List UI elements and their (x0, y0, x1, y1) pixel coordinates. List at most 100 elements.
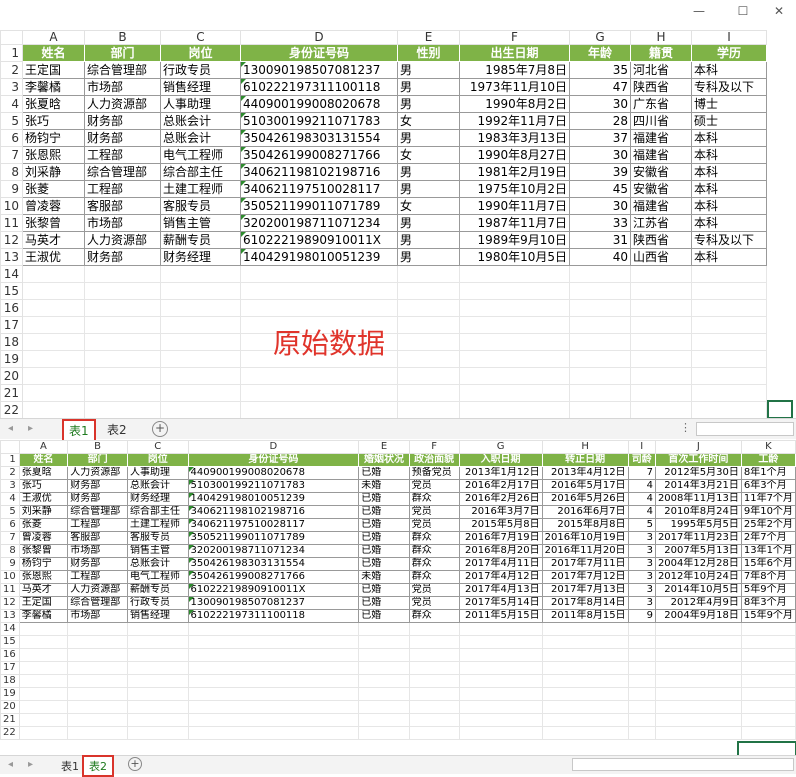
empty-cell[interactable] (569, 401, 631, 419)
cell[interactable]: 客服专员 (160, 197, 241, 215)
column-header[interactable]: H (541, 440, 629, 454)
cell[interactable]: 本科 (691, 197, 767, 215)
empty-cell[interactable] (187, 648, 360, 662)
cell[interactable]: 61022219890910011X (187, 583, 360, 597)
cell[interactable]: 土建工程师 (160, 180, 241, 198)
column-header[interactable]: B (67, 440, 128, 454)
empty-cell[interactable] (67, 713, 128, 727)
column-header[interactable]: G (458, 440, 543, 454)
cell[interactable]: 群众 (408, 544, 460, 558)
cell[interactable]: 群众 (408, 531, 460, 545)
row-number[interactable]: 17 (0, 316, 23, 334)
empty-cell[interactable] (240, 282, 398, 300)
row-number[interactable]: 6 (0, 129, 23, 147)
row-number[interactable]: 15 (0, 282, 23, 300)
cell[interactable]: 2017年4月11日 (458, 557, 543, 571)
empty-cell[interactable] (160, 350, 241, 368)
cell[interactable]: 1985年7月8日 (459, 61, 570, 79)
cell[interactable]: 安徽省 (630, 163, 692, 181)
cell[interactable]: 工程部 (84, 146, 161, 164)
empty-cell[interactable] (160, 367, 241, 385)
empty-cell[interactable] (541, 622, 629, 636)
cell[interactable]: 510300199211071783 (187, 479, 360, 493)
cell[interactable]: 综合管理部 (84, 61, 161, 79)
row-number[interactable]: 20 (0, 700, 20, 714)
cell[interactable]: 张恩熙 (22, 146, 85, 164)
empty-cell[interactable] (459, 265, 570, 283)
field-header[interactable]: 身份证号码 (187, 453, 360, 467)
cell[interactable]: 3 (627, 531, 656, 545)
cell[interactable]: 130090198507081237 (240, 61, 398, 79)
cell[interactable]: 男 (397, 78, 460, 96)
field-header[interactable]: 岗位 (126, 453, 189, 467)
cell[interactable]: 福建省 (630, 197, 692, 215)
cell[interactable]: 女 (397, 112, 460, 130)
empty-cell[interactable] (240, 384, 398, 402)
cell[interactable]: 3 (627, 557, 656, 571)
cell[interactable]: 市场部 (67, 544, 128, 558)
cell[interactable]: 财务部 (84, 112, 161, 130)
cell[interactable]: 综合部主任 (126, 505, 189, 519)
empty-cell[interactable] (459, 333, 570, 351)
empty-cell[interactable] (569, 282, 631, 300)
empty-cell[interactable] (187, 661, 360, 675)
empty-cell[interactable] (569, 333, 631, 351)
row-number[interactable]: 2 (0, 61, 23, 79)
empty-cell[interactable] (84, 401, 161, 419)
empty-cell[interactable] (630, 316, 692, 334)
empty-cell[interactable] (627, 622, 656, 636)
empty-cell[interactable] (458, 700, 543, 714)
cell[interactable]: 37 (569, 129, 631, 147)
cell[interactable]: 党员 (408, 479, 460, 493)
cell[interactable]: 2008年11月13日 (654, 492, 742, 506)
empty-cell[interactable] (408, 635, 460, 649)
empty-cell[interactable] (654, 674, 742, 688)
empty-cell[interactable] (358, 674, 410, 688)
cell[interactable]: 总账会计 (126, 479, 189, 493)
empty-cell[interactable] (569, 299, 631, 317)
cell[interactable]: 张菱 (18, 518, 69, 532)
cell[interactable]: 客服部 (84, 197, 161, 215)
column-header[interactable]: E (358, 440, 410, 454)
horizontal-scrollbar-2[interactable] (572, 758, 794, 771)
cell[interactable]: 土建工程师 (126, 518, 189, 532)
tab-sheet2-b[interactable]: 表2 (82, 755, 114, 777)
row-number[interactable]: 4 (0, 492, 20, 506)
cell[interactable]: 1987年11月7日 (459, 214, 570, 232)
cell[interactable]: 群众 (408, 609, 460, 623)
tab-prev-icon[interactable]: ◂ (8, 423, 13, 434)
cell[interactable]: 工程部 (67, 518, 128, 532)
empty-cell[interactable] (22, 299, 85, 317)
cell[interactable]: 2004年12月28日 (654, 557, 742, 571)
cell[interactable]: 王定国 (18, 596, 69, 610)
cell[interactable]: 本科 (691, 146, 767, 164)
empty-cell[interactable] (408, 674, 460, 688)
cell[interactable]: 财务经理 (160, 248, 241, 266)
empty-cell[interactable] (654, 622, 742, 636)
cell[interactable]: 已婚 (358, 583, 410, 597)
cell[interactable]: 2015年5月8日 (458, 518, 543, 532)
cell[interactable]: 2017年7月12日 (541, 570, 629, 584)
cell[interactable]: 5 (627, 518, 656, 532)
empty-cell[interactable] (627, 713, 656, 727)
empty-cell[interactable] (84, 367, 161, 385)
cell[interactable]: 未婚 (358, 570, 410, 584)
empty-cell[interactable] (67, 700, 128, 714)
tab-sheet2[interactable]: 表2 (102, 420, 132, 439)
cell[interactable]: 王定国 (22, 61, 85, 79)
empty-cell[interactable] (458, 726, 543, 740)
cell[interactable]: 工程部 (67, 570, 128, 584)
cell[interactable]: 61022219890910011X (240, 231, 398, 249)
more-options-icon[interactable]: ⋮ (680, 421, 691, 434)
cell[interactable]: 张菱 (22, 180, 85, 198)
field-header[interactable]: 姓名 (18, 453, 69, 467)
empty-cell[interactable] (187, 713, 360, 727)
cell[interactable]: 男 (397, 129, 460, 147)
cell[interactable]: 40 (569, 248, 631, 266)
row-number[interactable]: 5 (0, 112, 23, 130)
cell[interactable]: 31 (569, 231, 631, 249)
cell[interactable]: 男 (397, 248, 460, 266)
empty-cell[interactable] (126, 700, 189, 714)
cell[interactable]: 140429198010051239 (187, 492, 360, 506)
empty-cell[interactable] (408, 622, 460, 636)
